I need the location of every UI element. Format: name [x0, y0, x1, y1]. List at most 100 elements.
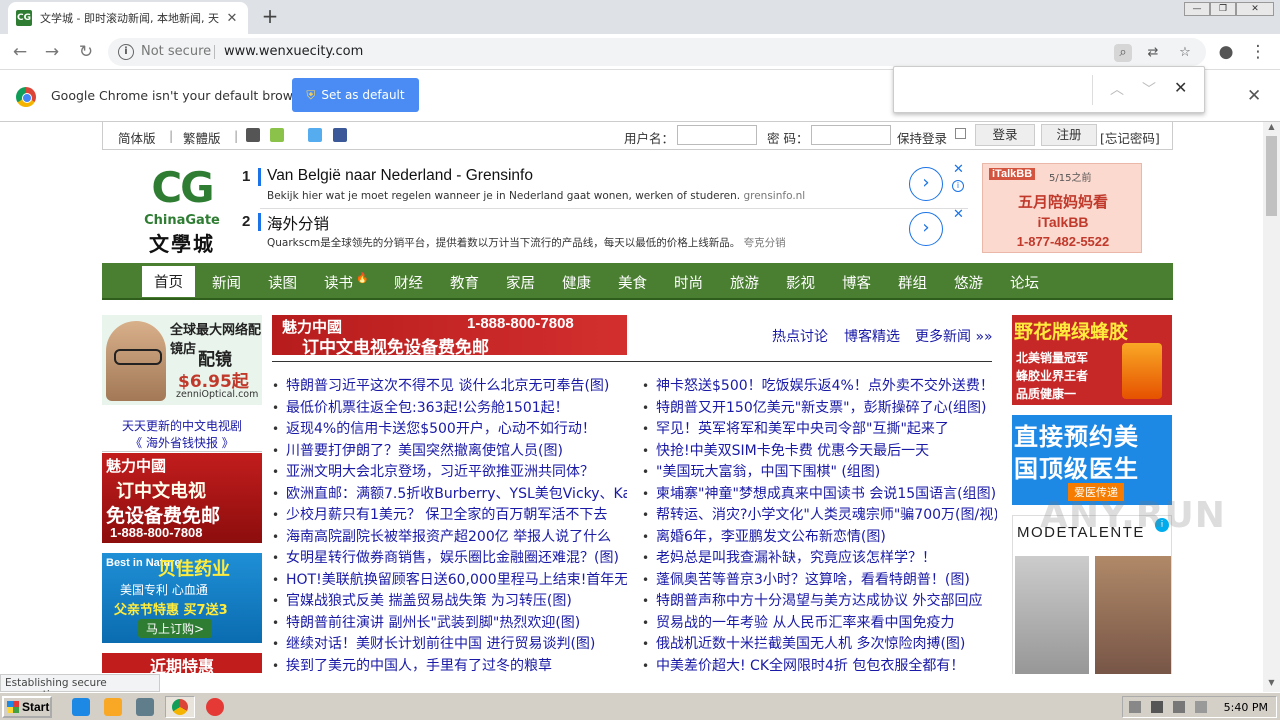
- news-link[interactable]: 少校月薪只有1美元？ 保卫全家的百万朝军活不下去: [272, 505, 627, 527]
- start-button[interactable]: Start: [2, 696, 52, 718]
- traditional-link[interactable]: 繁體版: [183, 128, 221, 147]
- news-link[interactable]: 特朗普前往演讲 副州长"武装到脚"热烈欢迎(图): [272, 613, 627, 635]
- nav-item[interactable]: 新闻: [212, 272, 241, 293]
- find-input[interactable]: [902, 75, 1087, 105]
- news-link[interactable]: 川普要打伊朗了？美国突然撤离使馆人员(图): [272, 441, 627, 463]
- news-link[interactable]: 中美差价超大! CK全网限时4折 包包衣服全都有！: [642, 656, 997, 675]
- news-link[interactable]: 特朗普声称中方十分渴望与美方达成协议 外交部回应: [642, 591, 997, 613]
- find-prev-icon[interactable]: ︿: [1110, 79, 1124, 99]
- ad-title[interactable]: 海外分销: [267, 212, 329, 234]
- nav-item[interactable]: 健康: [562, 272, 591, 293]
- android-icon[interactable]: [270, 128, 284, 142]
- nav-item[interactable]: 群组: [898, 272, 927, 293]
- news-link[interactable]: 挨到了美元的中国人，手里有了过冬的粮草: [272, 656, 627, 675]
- chinagate-logo[interactable]: CG ChinaGate 文學城: [142, 164, 222, 257]
- bestin-cta[interactable]: 马上订购>: [138, 619, 213, 638]
- simplified-link[interactable]: 简体版: [118, 128, 156, 147]
- flag-tray-icon[interactable]: [1195, 701, 1207, 713]
- forward-icon[interactable]: →: [40, 40, 64, 64]
- volume-icon[interactable]: [1151, 701, 1163, 713]
- news-link[interactable]: 特朗普习近平这次不得不见 谈什么北京无可奉告(图): [272, 376, 627, 398]
- nav-item[interactable]: 首页: [142, 266, 195, 297]
- nav-item[interactable]: 教育: [450, 272, 479, 293]
- news-link[interactable]: 贸易战的一年考验 从人民币汇率来看中国免疫力: [642, 613, 997, 635]
- next-ad[interactable]: 近期特惠: [102, 653, 262, 674]
- nav-item[interactable]: 读图: [268, 272, 297, 293]
- ad-arrow-icon[interactable]: ›: [909, 167, 943, 201]
- omnibox[interactable]: i Not secure www.wenxuecity.com ⌕ ⇄ ☆: [108, 38, 1206, 66]
- scroll-down-icon[interactable]: ▼: [1263, 678, 1280, 692]
- nav-item[interactable]: 旅游: [730, 272, 759, 293]
- shield-tray-icon[interactable]: [1173, 701, 1185, 713]
- forgot-password-link[interactable]: [忘记密码]: [1100, 128, 1160, 147]
- news-link[interactable]: 俄战机近数十米拦截美国无人机 多次惊险肉搏(图): [642, 634, 997, 656]
- scroll-up-icon[interactable]: ▲: [1263, 122, 1280, 136]
- ad-title[interactable]: Van België naar Nederland - Grensinfo: [267, 167, 533, 185]
- password-input[interactable]: [811, 125, 891, 145]
- ad-close-icon[interactable]: ✕: [953, 162, 964, 177]
- news-link[interactable]: 蓬佩奥苦等普京3小时？这算啥，看看特朗普！(图): [642, 570, 997, 592]
- page-scrollbar[interactable]: ▲ ▼: [1263, 122, 1280, 692]
- restore-icon[interactable]: ❐: [1210, 2, 1236, 16]
- media-player-icon[interactable]: [136, 698, 154, 716]
- twitter-icon[interactable]: [308, 128, 322, 142]
- find-next-icon[interactable]: ﹀: [1142, 79, 1156, 99]
- find-close-icon[interactable]: ✕: [1174, 78, 1187, 97]
- news-link[interactable]: 最低价机票往返全包:363起!公务舱1501起！: [272, 398, 627, 420]
- nav-item[interactable]: 家居: [506, 272, 535, 293]
- username-input[interactable]: [677, 125, 757, 145]
- news-link[interactable]: 亚洲文明大会北京登场，习近平欲推亚洲共同体？: [272, 462, 627, 484]
- news-link[interactable]: 老妈总是叫我查漏补缺，究竟应该怎样学？！: [642, 548, 997, 570]
- text-ad[interactable]: 2 海外分销 Quarkscm是全球领先的分销平台，提供着数以万计当下流行的产品…: [242, 207, 970, 253]
- charm-tv-banner[interactable]: 魅力中國 1-888-800-7808 订中文电视免设备费免邮: [272, 315, 627, 358]
- remember-checkbox[interactable]: [955, 128, 966, 139]
- italkbb-ad[interactable]: iTalkBB 5/15之前 五月陪妈妈看 iTalkBB 1-877-482-…: [982, 163, 1142, 253]
- blog-picks-link[interactable]: 博客精选: [844, 326, 900, 346]
- zenni-ad[interactable]: 全球最大网络配镜店 配镜 $6.95起 zenniOptical.com: [102, 315, 262, 405]
- news-link[interactable]: 特朗普又开150亿美元"新支票"，彭斯操碎了心(组图): [642, 398, 997, 420]
- news-link[interactable]: 海南高院副院长被举报资产超200亿 举报人说了什么: [272, 527, 627, 549]
- ie-icon[interactable]: [72, 698, 90, 716]
- news-link[interactable]: 柬埔寨"神童"梦想成真来中国读书 会说15国语言(组图): [642, 484, 997, 506]
- propolis-ad[interactable]: 野花牌绿蜂胶 北美销量冠军 蜂胶业界王者 品质健康一: [1012, 315, 1172, 405]
- nav-item[interactable]: 论坛: [1010, 272, 1039, 293]
- info-icon[interactable]: i: [118, 44, 134, 60]
- news-link[interactable]: 神卡怒送$500！吃饭娱乐返4%！点外卖不交外送费！: [642, 376, 997, 398]
- nav-item[interactable]: 影视: [786, 272, 815, 293]
- minimize-icon[interactable]: —: [1184, 2, 1210, 16]
- url-text[interactable]: www.wenxuecity.com: [224, 44, 363, 59]
- news-link[interactable]: 快抢!中美双SIM卡免卡费 优惠今天最后一天: [642, 441, 997, 463]
- stop-icon[interactable]: [206, 698, 224, 716]
- nav-item[interactable]: 美食: [618, 272, 647, 293]
- nav-item[interactable]: 悠游: [954, 272, 983, 293]
- news-link[interactable]: 欧洲直邮：满额7.5折收Burberry、YSL美包Vicky、Kate: [272, 484, 627, 506]
- news-link[interactable]: "美国玩大富翁，中国下围棋" (组图): [642, 462, 997, 484]
- nav-item[interactable]: 时尚: [674, 272, 703, 293]
- news-link[interactable]: 女明星转行做券商销售，娱乐圈比金融圈还难混？(图): [272, 548, 627, 570]
- login-button[interactable]: 登录: [975, 124, 1035, 146]
- register-button[interactable]: 注册: [1041, 124, 1097, 146]
- nav-item[interactable]: 博客: [842, 272, 871, 293]
- infobar-close-icon[interactable]: ✕: [1247, 86, 1261, 106]
- scroll-thumb[interactable]: [1266, 136, 1277, 216]
- set-default-button[interactable]: ⛨ Set as default: [292, 78, 419, 112]
- chrome-taskbar-button[interactable]: [165, 696, 195, 718]
- network-icon[interactable]: [1129, 701, 1141, 713]
- ad-close-icon[interactable]: ✕: [953, 207, 964, 222]
- tv-series-link[interactable]: 天天更新的中文电视剧: [102, 417, 262, 434]
- news-link[interactable]: 继续对话！美财长计划前往中国 进行贸易谈判(图): [272, 634, 627, 656]
- new-tab-icon[interactable]: +: [258, 5, 282, 29]
- nav-item[interactable]: 财经: [394, 272, 423, 293]
- apple-icon[interactable]: [246, 128, 260, 142]
- explorer-icon[interactable]: [104, 698, 122, 716]
- browser-tab[interactable]: CG 文学城 - 即时滚动新闻, 本地新闻, 天 ✕: [8, 2, 248, 34]
- close-tab-icon[interactable]: ✕: [224, 11, 240, 26]
- window-close-icon[interactable]: ✕: [1236, 2, 1274, 16]
- find-icon[interactable]: ⌕: [1114, 44, 1132, 62]
- adchoices-icon[interactable]: i: [952, 180, 964, 192]
- bookmark-star-icon[interactable]: ☆: [1176, 44, 1194, 62]
- modetalente-ad[interactable]: MODETALENTE i: [1012, 515, 1172, 674]
- nav-item[interactable]: 读书: [324, 272, 353, 293]
- doctor-ad[interactable]: 直接预约美 国顶级医生 爱医传递: [1012, 415, 1172, 505]
- reload-icon[interactable]: ↻: [74, 40, 98, 64]
